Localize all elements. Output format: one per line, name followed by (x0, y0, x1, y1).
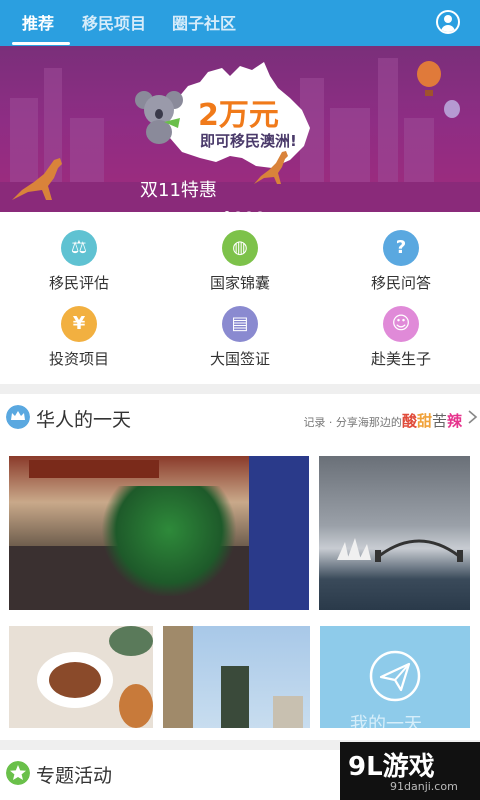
hot-air-balloon-icon (417, 61, 441, 96)
yen-coin-icon: ¥ (61, 306, 97, 342)
koala-icon (135, 91, 183, 144)
carousel-dots[interactable] (224, 202, 268, 212)
photo-food-table[interactable] (9, 626, 153, 728)
photo-chinatown-lion-dance[interactable] (9, 456, 309, 610)
kangaroo-icon (12, 158, 62, 200)
promo-headline: 2万元 (198, 98, 279, 133)
small-kangaroo-icon (254, 151, 288, 184)
paper-plane-icon (369, 650, 421, 702)
section-title-2: 专题活动 (36, 765, 113, 787)
baby-icon: ☺ (383, 306, 419, 342)
question-icon: ? (383, 230, 419, 266)
photo-sydney-opera-house[interactable] (319, 456, 470, 610)
my-day-card[interactable]: 我的一天 (320, 626, 470, 728)
promo-subline: 即可移民澳洲! (200, 132, 297, 150)
section-header-daily-life[interactable]: 华人的一天 记录 · 分享海那边的酸甜苦辣 (0, 396, 480, 440)
photo-statue-building[interactable] (163, 626, 310, 728)
star-icon (6, 761, 30, 785)
my-day-label: 我的一天 (350, 714, 422, 728)
menu-item-immigration-qa[interactable]: ? 移民问答 (336, 230, 466, 293)
globe-icon: ◍ (222, 230, 258, 266)
menu-item-us-birth[interactable]: ☺ 赴美生子 (336, 306, 466, 369)
tab-immigration-projects[interactable]: 移民项目 (82, 10, 146, 34)
active-tab-indicator (12, 42, 70, 45)
menu-item-visa[interactable]: ▤ 大国签证 (175, 306, 305, 369)
site-watermark: 9L游戏 91danji.com (340, 742, 480, 800)
promo-banner[interactable]: 2万元 即可移民澳洲! 双11特惠 (0, 46, 480, 212)
tab-recommended[interactable]: 推荐 (22, 10, 54, 34)
menu-item-investment-projects[interactable]: ¥ 投资项目 (14, 306, 144, 369)
user-profile-icon[interactable] (436, 10, 460, 34)
top-nav-bar: 推荐 移民项目 圈子社区 (0, 0, 480, 46)
section-tagline: 记录 · 分享海那边的酸甜苦辣 (303, 412, 462, 430)
passport-icon: ▤ (222, 306, 258, 342)
scale-icon: ⚖ (61, 230, 97, 266)
section-title: 华人的一天 (36, 409, 132, 431)
section-divider (0, 384, 480, 394)
chevron-right-icon[interactable] (466, 410, 478, 424)
menu-item-immigration-assessment[interactable]: ⚖ 移民评估 (14, 230, 144, 293)
crown-icon (6, 405, 30, 429)
small-balloon-icon (444, 100, 460, 118)
menu-item-country-guide[interactable]: ◍ 国家锦囊 (175, 230, 305, 293)
quick-menu-grid: ⚖ 移民评估 ◍ 国家锦囊 ? 移民问答 ¥ 投资项目 ▤ 大国签证 ☺ 赴美生… (0, 212, 480, 384)
tab-community[interactable]: 圈子社区 (172, 10, 236, 34)
promo-bottom-text: 双11特惠 (140, 180, 217, 201)
